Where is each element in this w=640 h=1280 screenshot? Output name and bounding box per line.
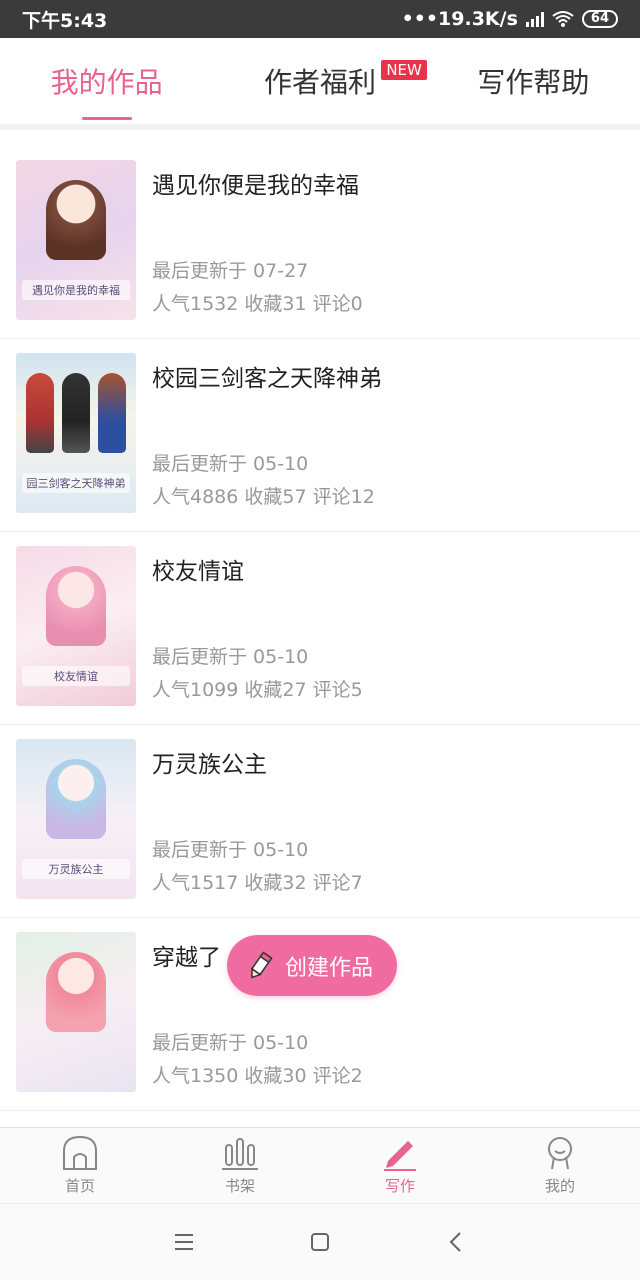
bottom-nav: 首页 书架 写作 我的 — [0, 1127, 640, 1203]
work-item[interactable]: 园三剑客之天降神弟 校园三剑客之天降神弟 最后更新于 05-10 人气4886 … — [0, 339, 640, 532]
nav-label: 写作 — [384, 1177, 415, 1195]
bookshelf-icon — [222, 1138, 258, 1170]
network-speed: •••19.3K/s — [401, 8, 518, 30]
work-updated: 最后更新于 07-27 — [152, 260, 309, 282]
cover-title: 万灵族公主 — [22, 859, 130, 879]
wifi-icon — [552, 11, 574, 27]
create-work-button[interactable]: 创建作品 — [227, 935, 397, 996]
work-updated: 最后更新于 05-10 — [152, 453, 309, 475]
nav-home[interactable]: 首页 — [0, 1128, 160, 1203]
work-updated: 最后更新于 05-10 — [152, 646, 309, 668]
work-cover: 校友情谊 — [16, 546, 136, 706]
work-stats: 人气4886 收藏57 评论12 — [152, 486, 375, 508]
nav-label: 我的 — [544, 1177, 575, 1195]
create-work-label: 创建作品 — [285, 955, 374, 981]
nav-bookshelf[interactable]: 书架 — [160, 1128, 320, 1203]
work-title: 校友情谊 — [152, 559, 244, 585]
signal-icon — [525, 11, 544, 27]
nav-profile[interactable]: 我的 — [480, 1128, 640, 1203]
work-title: 校园三剑客之天降神弟 — [152, 366, 382, 392]
work-cover: 遇见你是我的幸福 — [16, 160, 136, 320]
cover-title: 遇见你是我的幸福 — [22, 280, 130, 300]
pencil-icon — [384, 1141, 416, 1171]
tab-writing-help[interactable]: 写作帮助 — [427, 38, 640, 124]
status-bar: 下午5:43 •••19.3K/s 64 — [0, 0, 640, 38]
system-nav-bar — [0, 1203, 640, 1280]
work-title: 穿越了 — [152, 945, 221, 971]
work-stats: 人气1517 收藏32 评论7 — [152, 872, 363, 894]
new-badge: NEW — [381, 60, 427, 80]
back-icon[interactable] — [443, 1229, 469, 1255]
tab-label: 写作帮助 — [477, 66, 590, 99]
work-title: 遇见你便是我的幸福 — [152, 173, 359, 199]
divider — [0, 124, 640, 130]
status-time: 下午5:43 — [22, 9, 108, 32]
work-cover: 万灵族公主 — [16, 739, 136, 899]
tab-my-works[interactable]: 我的作品 — [0, 38, 213, 124]
work-title: 万灵族公主 — [152, 752, 267, 778]
work-cover — [16, 932, 136, 1092]
tab-author-benefits[interactable]: 作者福利 NEW — [213, 38, 427, 124]
nav-label: 首页 — [64, 1177, 95, 1195]
status-icons: •••19.3K/s 64 — [402, 8, 618, 30]
work-stats: 人气1532 收藏31 评论0 — [152, 293, 363, 315]
tab-label: 我的作品 — [50, 66, 163, 99]
top-tabs: 我的作品 作者福利 NEW 写作帮助 — [0, 38, 640, 124]
tab-label: 作者福利 — [263, 66, 376, 99]
profile-icon — [548, 1137, 572, 1170]
work-item[interactable]: 遇见你是我的幸福 遇见你便是我的幸福 最后更新于 07-27 人气1532 收藏… — [0, 146, 640, 339]
home-icon — [63, 1135, 97, 1170]
work-item[interactable]: 万灵族公主 万灵族公主 最后更新于 05-10 人气1517 收藏32 评论7 — [0, 725, 640, 918]
work-item[interactable]: 校友情谊 校友情谊 最后更新于 05-10 人气1099 收藏27 评论5 — [0, 532, 640, 725]
active-tab-indicator — [81, 117, 132, 120]
menu-icon[interactable] — [171, 1229, 197, 1255]
cover-title: 园三剑客之天降神弟 — [22, 473, 130, 493]
work-updated: 最后更新于 05-10 — [152, 839, 309, 861]
battery-icon: 64 — [581, 10, 618, 28]
work-stats: 人气1099 收藏27 评论5 — [152, 679, 363, 701]
cover-title: 校友情谊 — [22, 666, 130, 686]
pencil-icon — [251, 950, 273, 979]
work-cover: 园三剑客之天降神弟 — [16, 353, 136, 513]
nav-label: 书架 — [224, 1177, 255, 1195]
work-updated: 最后更新于 05-10 — [152, 1032, 309, 1054]
nav-writing[interactable]: 写作 — [320, 1128, 480, 1203]
work-stats: 人气1350 收藏30 评论2 — [152, 1065, 363, 1087]
home-square-icon[interactable] — [307, 1229, 333, 1255]
